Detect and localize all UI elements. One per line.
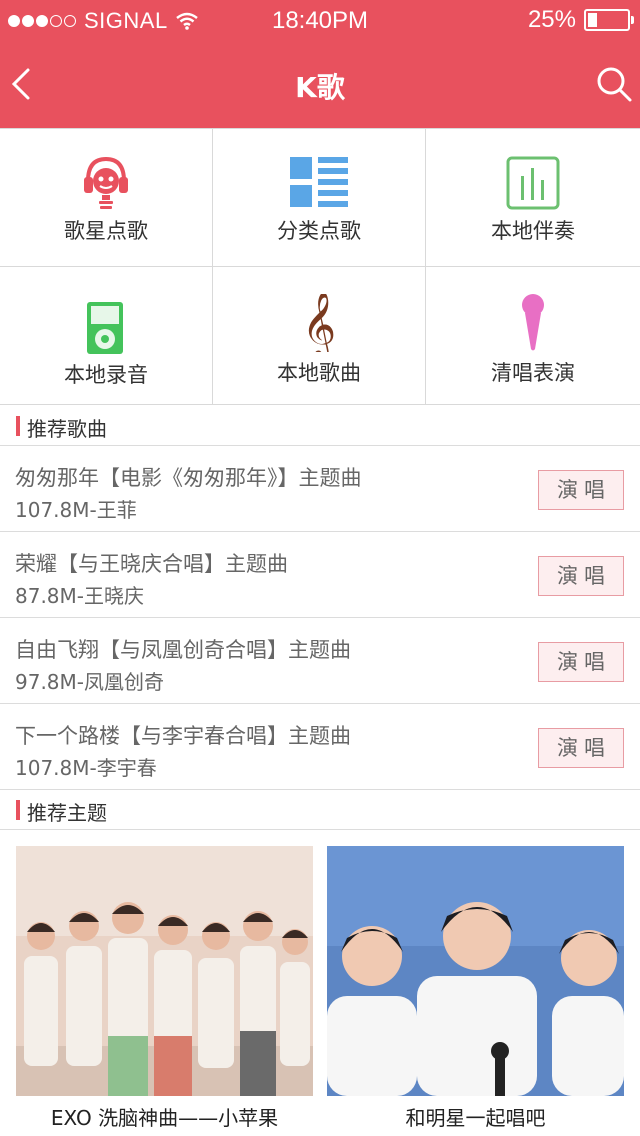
section-header-recommended-themes: 推荐主题 <box>0 790 640 830</box>
feature-category[interactable]: 分类点歌 <box>213 129 426 267</box>
song-name: 匆匆那年【电影《匆匆那年》】主题曲 <box>15 466 362 490</box>
theme-image-tfboys[interactable] <box>327 846 624 1096</box>
feature-label: 清唱表演 <box>491 361 575 385</box>
song-name: 自由飞翔【与凤凰创奇合唱】主题曲 <box>15 638 351 662</box>
singer-headphones-icon <box>71 151 141 215</box>
sing-button[interactable]: 演唱 <box>538 556 624 596</box>
sing-button[interactable]: 演唱 <box>538 728 624 768</box>
feature-label: 本地录音 <box>64 363 148 387</box>
feature-accompaniment[interactable]: 本地伴奏 <box>426 129 640 267</box>
equalizer-icon <box>498 151 568 215</box>
section-title: 推荐主题 <box>27 801 107 825</box>
battery-icon <box>584 9 634 31</box>
song-meta: 107.8M-王菲 <box>15 498 137 522</box>
song-row[interactable]: 荣耀【与王晓庆合唱】主题曲 87.8M-王晓庆 演唱 <box>0 532 640 618</box>
battery-percent: 25% <box>527 6 576 33</box>
song-row[interactable]: 下一个路楼【与李宇春合唱】主题曲 107.8M-李宇春 演唱 <box>0 704 640 790</box>
section-header-recommended-songs: 推荐歌曲 <box>0 406 640 446</box>
song-row[interactable]: 自由飞翔【与凤凰创奇合唱】主题曲 97.8M-凤凰创奇 演唱 <box>0 618 640 704</box>
theme-image-exo[interactable] <box>16 846 313 1096</box>
theme-caption: EXO 洗脑神曲——小苹果 <box>50 1106 279 1130</box>
song-meta: 97.8M-凤凰创奇 <box>15 670 165 694</box>
battery-indicator: 25% <box>527 6 634 34</box>
section-accent-bar <box>16 416 20 436</box>
app-header: SIGNAL 18:40PM 25% K歌 <box>0 0 640 128</box>
feature-label: 本地伴奏 <box>491 219 575 243</box>
song-name: 下一个路楼【与李宇春合唱】主题曲 <box>15 724 351 748</box>
feature-singer[interactable]: 歌星点歌 <box>0 129 213 267</box>
sing-button[interactable]: 演唱 <box>538 642 624 682</box>
feature-label: 分类点歌 <box>277 219 361 243</box>
page-title: K歌 <box>295 71 345 104</box>
feature-label: 歌星点歌 <box>64 219 148 243</box>
feature-a-cappella[interactable]: 清唱表演 <box>426 267 640 405</box>
feature-recording[interactable]: 本地录音 <box>0 267 213 405</box>
category-list-icon <box>284 151 354 215</box>
sing-button[interactable]: 演唱 <box>538 470 624 510</box>
song-meta: 107.8M-李宇春 <box>15 756 157 780</box>
treble-clef-icon: 𝄞 <box>284 291 354 355</box>
theme-caption: 和明星一起唱吧 <box>405 1106 546 1130</box>
feature-label: 本地歌曲 <box>277 361 361 385</box>
feature-grid: 歌星点歌 分类点歌 本地伴奏 本地录音 𝄞 本地歌曲 清唱表演 <box>0 128 640 406</box>
song-meta: 87.8M-王晓庆 <box>15 584 145 608</box>
status-bar: SIGNAL 18:40PM 25% <box>0 0 640 40</box>
microphone-icon <box>498 291 568 355</box>
song-row[interactable]: 匆匆那年【电影《匆匆那年》】主题曲 107.8M-王菲 演唱 <box>0 446 640 532</box>
search-icon[interactable] <box>592 62 636 106</box>
section-title: 推荐歌曲 <box>27 417 107 441</box>
section-accent-bar <box>16 800 20 820</box>
song-name: 荣耀【与王晓庆合唱】主题曲 <box>15 552 288 576</box>
recorder-device-icon <box>71 297 141 361</box>
nav-bar: K歌 <box>0 40 640 128</box>
feature-local-songs[interactable]: 𝄞 本地歌曲 <box>213 267 426 405</box>
svg-text:𝄞: 𝄞 <box>302 294 336 352</box>
